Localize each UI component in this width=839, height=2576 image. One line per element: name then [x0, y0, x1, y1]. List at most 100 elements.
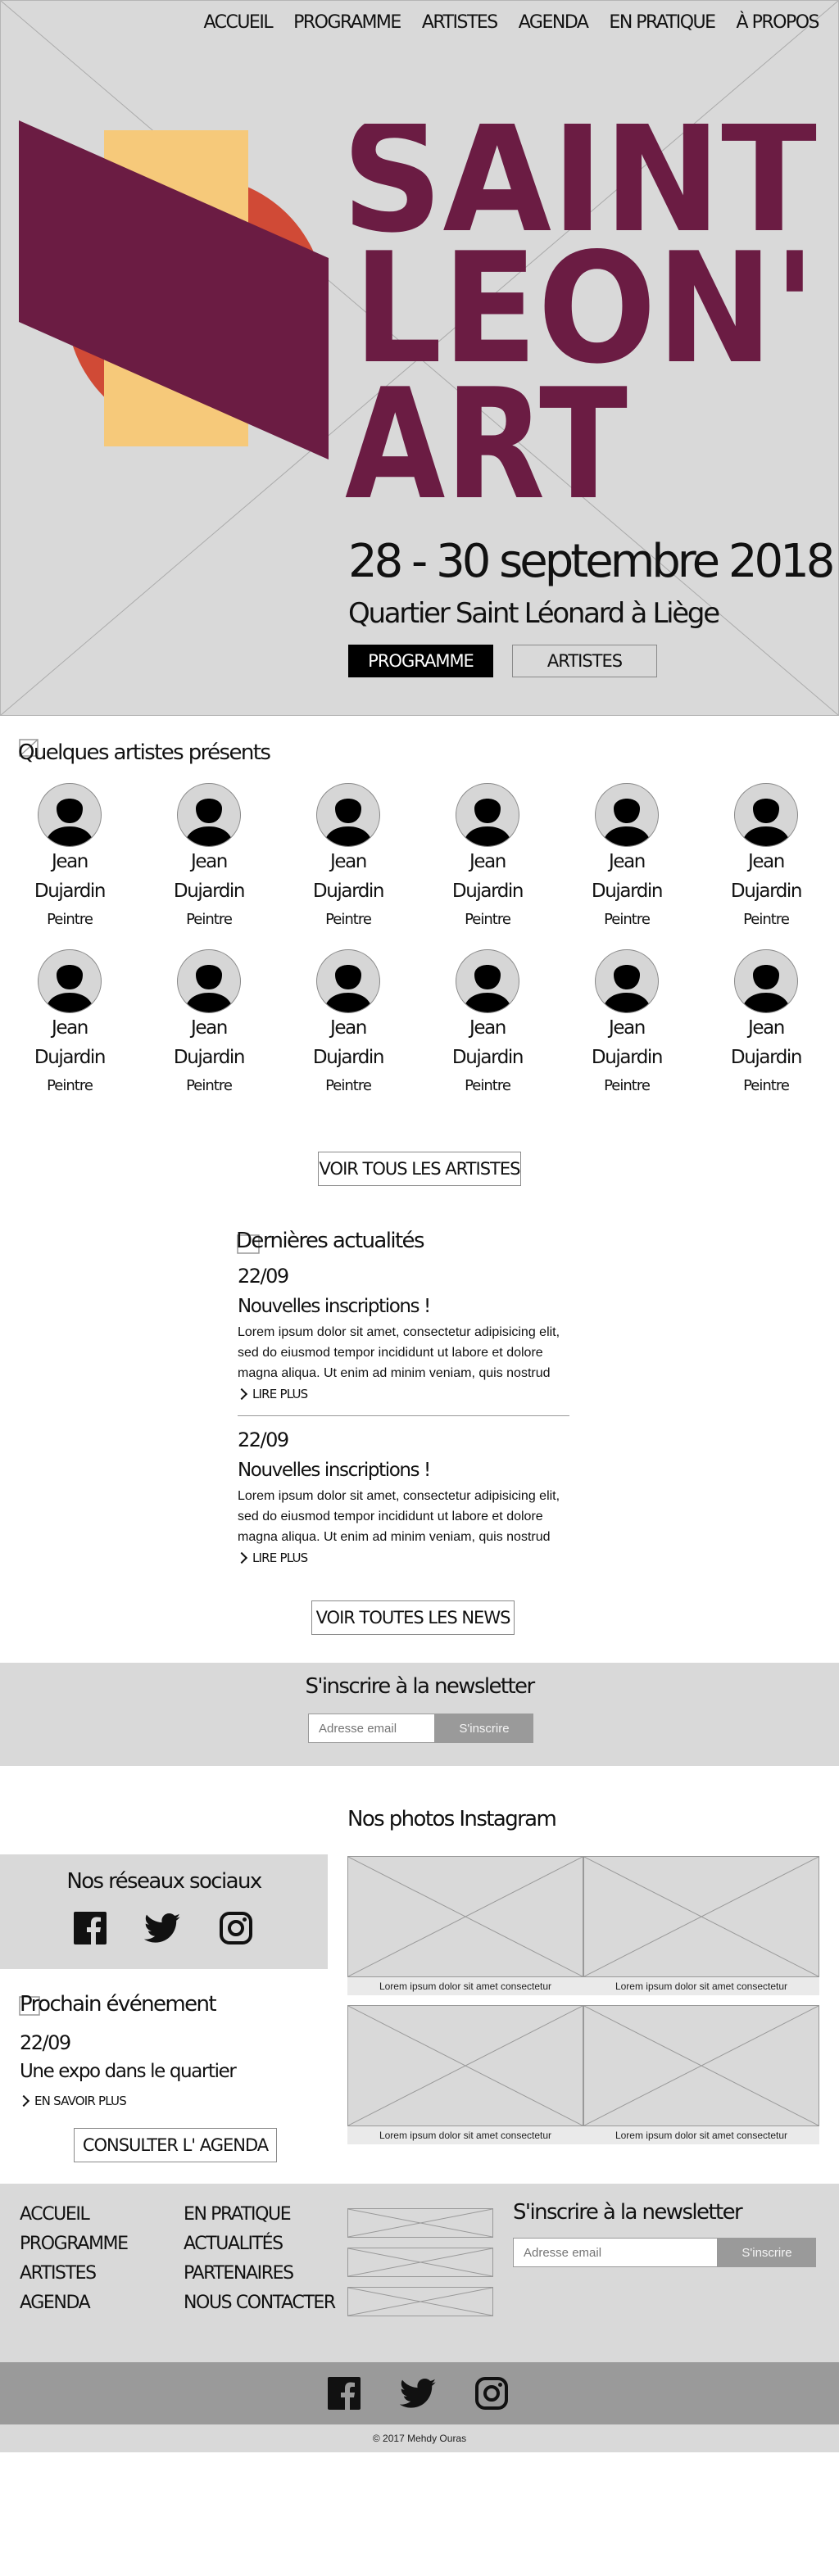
social-title: Nos réseaux sociaux — [66, 1869, 262, 1894]
logo-line-3: ART — [345, 355, 628, 509]
artist-first-name: Jean — [190, 1017, 228, 1039]
newsletter-email-input[interactable] — [308, 1714, 435, 1743]
all-news-button[interactable]: VOIR TOUTES LES NEWS — [311, 1600, 515, 1635]
artist-last-name: Dujardin — [591, 881, 664, 902]
hero-graphic — [19, 120, 329, 460]
news-read-more-label: LIRE PLUS — [252, 1551, 308, 1565]
nav-artistes[interactable]: ARTISTES — [422, 12, 498, 33]
footer-link-actualites[interactable]: ACTUALITÉS — [184, 2230, 335, 2259]
instagram-post[interactable]: Lorem ipsum dolor sit amet consectetur — [347, 1856, 583, 1995]
chevron-right-icon — [235, 1551, 248, 1564]
news-excerpt-line: Lorem ipsum dolor sit amet, consectetur … — [238, 1325, 560, 1339]
avatar-icon — [316, 949, 380, 1013]
instagram-post[interactable]: Lorem ipsum dolor sit amet consectetur — [583, 2005, 819, 2144]
artist-first-name: Jean — [608, 851, 646, 872]
artist-card[interactable]: Jean Dujardin Peintre — [279, 949, 418, 1100]
artist-card[interactable]: Jean Dujardin Peintre — [696, 783, 836, 934]
next-event-title: Prochain événement — [20, 1992, 217, 2017]
artist-card[interactable]: Jean Dujardin Peintre — [418, 783, 557, 934]
footer-link-artistes[interactable]: ARTISTES — [20, 2259, 128, 2289]
twitter-icon[interactable] — [144, 1913, 180, 1943]
artist-card[interactable]: Jean Dujardin Peintre — [0, 949, 139, 1100]
artists-section-title: Quelques artistes présents — [18, 740, 271, 765]
partner-logo-placeholder[interactable] — [347, 2287, 493, 2316]
artist-card[interactable]: Jean Dujardin Peintre — [557, 949, 696, 1100]
event-more-link[interactable]: EN SAVOIR PLUS — [17, 2094, 127, 2108]
instagram-post[interactable]: Lorem ipsum dolor sit amet consectetur — [583, 1856, 819, 1995]
artist-role: Peintre — [604, 911, 651, 928]
artist-card[interactable]: Jean Dujardin Peintre — [139, 949, 279, 1100]
event-more-label: EN SAVOIR PLUS — [34, 2094, 127, 2108]
newsletter-subscribe-button[interactable]: S'inscrire — [435, 1714, 533, 1743]
footer-link-en-pratique[interactable]: EN PRATIQUE — [184, 2200, 335, 2230]
instagram-caption: Lorem ipsum dolor sit amet consectetur — [583, 1977, 819, 1995]
avatar-icon — [456, 783, 519, 847]
artist-last-name: Dujardin — [730, 881, 803, 902]
news-date: 22/09 — [238, 1428, 289, 1451]
artist-card[interactable]: Jean Dujardin Peintre — [418, 949, 557, 1100]
footer-subscribe-button[interactable]: S'inscrire — [718, 2238, 816, 2267]
avatar-icon — [456, 949, 519, 1013]
instagram-icon[interactable] — [475, 2377, 508, 2410]
news-section-title: Dernières actualités — [236, 1229, 424, 1253]
artist-first-name: Jean — [329, 1017, 367, 1039]
artist-first-name: Jean — [51, 1017, 88, 1039]
news-read-more-link[interactable]: LIRE PLUS — [235, 1387, 569, 1401]
avatar-icon — [734, 783, 798, 847]
facebook-icon[interactable] — [74, 1912, 107, 1944]
facebook-icon[interactable] — [328, 2377, 361, 2410]
social-networks-panel: Nos réseaux sociaux — [0, 1854, 328, 1969]
instagram-icon[interactable] — [220, 1912, 252, 1944]
footer-link-partenaires[interactable]: PARTENAIRES — [184, 2259, 335, 2289]
avatar-icon — [38, 783, 102, 847]
artist-last-name: Dujardin — [34, 881, 107, 902]
instagram-post[interactable]: Lorem ipsum dolor sit amet consectetur — [347, 2005, 583, 2144]
nav-accueil[interactable]: ACCUEIL — [203, 12, 273, 33]
footer-links-col-2: EN PRATIQUE ACTUALITÉS PARTENAIRES NOUS … — [184, 2200, 336, 2318]
footer-link-accueil[interactable]: ACCUEIL — [20, 2200, 128, 2230]
artist-last-name: Dujardin — [173, 1047, 246, 1068]
nav-programme[interactable]: PROGRAMME — [293, 12, 401, 33]
instagram-caption: Lorem ipsum dolor sit amet consectetur — [583, 2126, 819, 2144]
artist-role: Peintre — [325, 1077, 372, 1094]
news-title[interactable]: Nouvelles inscriptions ! — [238, 1460, 569, 1481]
nav-a-propos[interactable]: À PROPOS — [737, 12, 820, 33]
agenda-button[interactable]: CONSULTER L' AGENDA — [74, 2128, 277, 2162]
artist-card[interactable]: Jean Dujardin Peintre — [139, 783, 279, 934]
artist-first-name: Jean — [469, 851, 506, 872]
nav-agenda[interactable]: AGENDA — [519, 12, 589, 33]
news-title[interactable]: Nouvelles inscriptions ! — [238, 1296, 569, 1317]
event-name[interactable]: Une expo dans le quartier — [20, 2061, 237, 2082]
artist-last-name: Dujardin — [730, 1047, 803, 1068]
artist-last-name: Dujardin — [451, 1047, 524, 1068]
footer-link-programme[interactable]: PROGRAMME — [20, 2230, 129, 2259]
hero-programme-button[interactable]: PROGRAMME — [348, 645, 493, 677]
all-artists-button[interactable]: VOIR TOUS LES ARTISTES — [318, 1152, 521, 1186]
artist-card[interactable]: Jean Dujardin Peintre — [279, 783, 418, 934]
hero-artistes-button[interactable]: ARTISTES — [512, 645, 657, 677]
artist-role: Peintre — [604, 1077, 651, 1094]
artist-first-name: Jean — [608, 1017, 646, 1039]
artist-last-name: Dujardin — [34, 1047, 107, 1068]
artist-last-name: Dujardin — [451, 881, 524, 902]
footer-email-input[interactable] — [513, 2238, 718, 2267]
footer-link-agenda[interactable]: AGENDA — [20, 2289, 128, 2318]
nav-en-pratique[interactable]: EN PRATIQUE — [609, 12, 716, 33]
news-excerpt-line: Lorem ipsum dolor sit amet, consectetur … — [238, 1489, 560, 1503]
partner-logo-placeholder[interactable] — [347, 2248, 493, 2277]
event-location: Quartier Saint Léonard à Liège — [348, 597, 720, 630]
partner-logo-placeholder[interactable] — [347, 2208, 493, 2238]
news-excerpt-line: sed do eiusmod tempor incididunt ut labo… — [238, 1346, 543, 1360]
news-read-more-link[interactable]: LIRE PLUS — [235, 1551, 569, 1565]
twitter-icon[interactable] — [400, 2379, 436, 2408]
footer: ACCUEIL PROGRAMME ARTISTES AGENDA EN PRA… — [0, 2184, 839, 2362]
artist-card[interactable]: Jean Dujardin Peintre — [557, 783, 696, 934]
footer-link-contact[interactable]: NOUS CONTACTER — [184, 2289, 336, 2318]
artist-card[interactable]: Jean Dujardin Peintre — [0, 783, 139, 934]
instagram-caption: Lorem ipsum dolor sit amet consectetur — [347, 1977, 583, 1995]
avatar-icon — [177, 783, 241, 847]
news-excerpt-line: magna aliqua. Ut enim ad minim veniam, q… — [238, 1530, 551, 1544]
artist-last-name: Dujardin — [312, 881, 385, 902]
artist-last-name: Dujardin — [173, 881, 246, 902]
artist-card[interactable]: Jean Dujardin Peintre — [696, 949, 836, 1100]
